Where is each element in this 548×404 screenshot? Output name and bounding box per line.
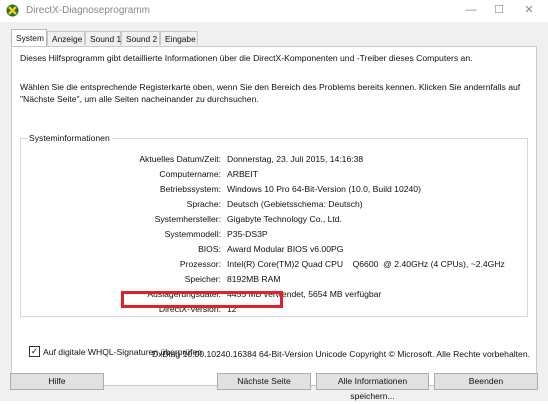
tab-sound-2[interactable]: Sound 2 bbox=[121, 31, 160, 45]
info-row-os: Betriebssystem: Windows 10 Pro 64-Bit-Ve… bbox=[21, 182, 521, 196]
info-row-bios: BIOS: Award Modular BIOS v6.00PG bbox=[21, 242, 521, 256]
tab-sound-1[interactable]: Sound 1 bbox=[85, 31, 121, 45]
title-bar: DirectX-Diagnoseprogramm — ☐ ✕ bbox=[0, 0, 548, 22]
tab-anzeige[interactable]: Anzeige bbox=[47, 31, 85, 45]
info-row-language: Sprache: Deutsch (Gebietsschema: Deutsch… bbox=[21, 197, 521, 211]
info-row-model: Systemmodell: P35-DS3P bbox=[21, 227, 521, 241]
info-label: Systemhersteller: bbox=[154, 214, 221, 224]
info-row-memory: Speicher: 8192MB RAM bbox=[21, 272, 521, 286]
minimize-button[interactable]: — bbox=[456, 0, 486, 20]
info-label: Systemmodell: bbox=[164, 229, 221, 239]
info-label: Computername: bbox=[159, 169, 221, 179]
intro-instructions: Wählen Sie die entsprechende Registerkar… bbox=[20, 82, 521, 104]
info-value: Windows 10 Pro 64-Bit-Version (10.0, Bui… bbox=[227, 184, 421, 194]
next-page-button[interactable]: Nächste Seite bbox=[217, 373, 311, 390]
info-label: Prozessor: bbox=[179, 259, 221, 269]
copyright-footer: DxDiag 10.00.10240.16384 64-Bit-Version … bbox=[152, 349, 530, 359]
window-title: DirectX-Diagnoseprogramm bbox=[26, 5, 150, 16]
info-row-manufacturer: Systemhersteller: Gigabyte Technology Co… bbox=[21, 212, 521, 226]
maximize-button[interactable]: ☐ bbox=[484, 0, 514, 20]
info-value: Award Modular BIOS v6.00PG bbox=[227, 244, 344, 254]
tab-system[interactable]: System bbox=[11, 29, 47, 46]
info-value: P35-DS3P bbox=[227, 229, 268, 239]
tab-eingabe[interactable]: Eingabe bbox=[160, 31, 198, 45]
info-label: BIOS: bbox=[198, 244, 221, 254]
exit-button[interactable]: Beenden bbox=[434, 373, 538, 390]
close-button[interactable]: ✕ bbox=[514, 0, 544, 20]
info-value: Deutsch (Gebietsschema: Deutsch) bbox=[227, 199, 363, 209]
directx-app-icon bbox=[6, 4, 19, 17]
directx-version-highlight bbox=[121, 291, 283, 308]
info-value: ARBEIT bbox=[227, 169, 259, 179]
info-row-computer-name: Computername: ARBEIT bbox=[21, 167, 521, 181]
info-value: Gigabyte Technology Co., Ltd. bbox=[227, 214, 342, 224]
system-info-title: Systeminformationen bbox=[27, 133, 112, 143]
info-label: Speicher: bbox=[184, 274, 221, 284]
tab-content-system: Dieses Hilfsprogramm gibt detaillierte I… bbox=[11, 46, 537, 386]
info-label: Betriebssystem: bbox=[159, 184, 221, 194]
info-value: Intel(R) Core(TM)2 Quad CPU Q6600 @ 2.40… bbox=[227, 259, 505, 269]
info-label: Sprache: bbox=[186, 199, 221, 209]
info-row-processor: Prozessor: Intel(R) Core(TM)2 Quad CPU Q… bbox=[21, 257, 521, 271]
whql-checkbox[interactable]: ✓ bbox=[29, 346, 40, 357]
help-button[interactable]: Hilfe bbox=[10, 373, 104, 390]
save-all-info-button[interactable]: Alle Informationen speichern... bbox=[316, 373, 429, 401]
info-value: 8192MB RAM bbox=[227, 274, 281, 284]
info-label: Aktuelles Datum/Zeit: bbox=[139, 154, 221, 164]
intro-text: Dieses Hilfsprogramm gibt detaillierte I… bbox=[20, 53, 473, 63]
info-row-date: Aktuelles Datum/Zeit: Donnerstag, 23. Ju… bbox=[21, 152, 521, 166]
window-body: System Anzeige Sound 1 Sound 2 Eingabe D… bbox=[0, 22, 548, 401]
info-value: Donnerstag, 23. Juli 2015, 14:16:38 bbox=[227, 154, 364, 164]
